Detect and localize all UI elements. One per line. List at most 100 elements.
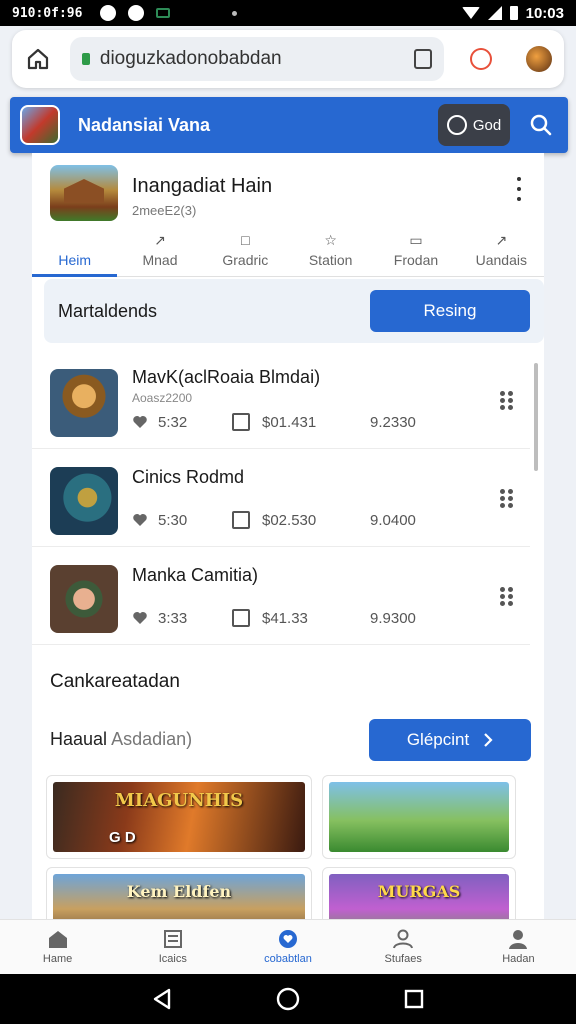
person-icon (509, 930, 528, 949)
god-button[interactable]: God (438, 104, 510, 146)
drag-handle-icon[interactable] (500, 391, 514, 410)
nav-home[interactable]: Hame (0, 920, 115, 974)
game-subtitle: 2meeE2(3) (132, 203, 197, 218)
tab-uandais-icon: ↗ (495, 232, 508, 248)
game-card-title: Kem Eldfen (126, 882, 232, 901)
tab-mnad[interactable]: ↗ Mnad (117, 227, 202, 276)
item-price: $41.33 (262, 609, 308, 627)
game-card-title: MURGAS (377, 882, 461, 901)
notification-bell-icon[interactable] (470, 48, 493, 70)
game-header: Inangadiat Hain 2meeE2(3) (50, 165, 530, 225)
item-thumbnail (50, 565, 118, 633)
heart-icon (133, 612, 147, 624)
drag-handle-icon[interactable] (500, 489, 514, 508)
heart-icon (133, 514, 147, 526)
nav-icaics[interactable]: Icaics (115, 920, 230, 974)
tab-label: Gradric (222, 252, 269, 268)
tab-label: Uandais (475, 252, 527, 268)
nav-cobabtlan[interactable]: cobabtlan (230, 920, 345, 974)
soccer-icon (128, 5, 145, 21)
more-options-icon[interactable] (512, 177, 526, 201)
sub-label-main: Haaual (50, 729, 108, 749)
nav-label: cobabtlan (264, 953, 312, 965)
home-icon (48, 931, 67, 948)
tab-label: Mnad (142, 252, 178, 268)
item-price: $02.530 (262, 511, 317, 529)
battery-icon (509, 6, 518, 20)
tab-heim[interactable]: Heim (32, 227, 118, 277)
game-card[interactable] (322, 775, 516, 859)
list-item[interactable]: MavK(aclRoaia Blmdai) Aoasz2200 5:32 $01… (32, 351, 530, 449)
item-list: MavK(aclRoaia Blmdai) Aoasz2200 5:32 $01… (32, 351, 544, 645)
nav-label: Icaics (158, 953, 187, 965)
nav-label: Hadan (502, 953, 535, 965)
tab-station[interactable]: ☆ Station (288, 227, 373, 276)
camera-icon (446, 115, 467, 135)
banner-label: Martaldends (58, 300, 158, 321)
game-title: Inangadiat Hain (132, 175, 273, 197)
game-card-art (329, 782, 509, 852)
status-bar: 910:0f:96 10:03 (0, 0, 576, 26)
home-circle-icon[interactable] (276, 987, 300, 1011)
item-thumbnail (50, 369, 118, 437)
tab-uandais[interactable]: ↗ Uandais (459, 227, 544, 276)
app-logo (20, 105, 60, 145)
signal-icon (487, 6, 502, 20)
game-card-art: Kem Eldfen (53, 874, 305, 919)
game-card[interactable]: Kem Eldfen (46, 867, 312, 919)
tab-gradric[interactable]: □ Gradric (203, 227, 288, 276)
item-subtitle: Aoasz2200 (132, 391, 193, 405)
address-bar[interactable]: dioguzkadonobabdan (69, 37, 445, 81)
game-card-art: MIAGUNHIS G D (53, 782, 305, 852)
search-icon[interactable] (524, 108, 558, 142)
nav-hadan[interactable]: Hadan (461, 920, 576, 974)
recents-icon[interactable] (404, 989, 424, 1009)
section-title: Cankareatadan (50, 671, 180, 692)
profile-avatar[interactable] (526, 46, 553, 72)
item-value: 9.0400 (370, 511, 416, 529)
list-item[interactable]: Manka Camitia) 3:33 $41.33 9.9300 (32, 547, 530, 645)
wifi-icon (461, 7, 480, 19)
item-value: 9.2330 (370, 413, 416, 431)
back-icon[interactable] (152, 988, 172, 1010)
list-item[interactable]: Cinics Rodmd 5:30 $02.530 9.0400 (32, 449, 530, 547)
status-time: 10:03 (525, 4, 564, 22)
heart-badge-icon (279, 930, 297, 948)
item-title: Cinics Rodmd (132, 467, 245, 487)
heart-icon (133, 416, 147, 428)
game-grid: MIAGUNHIS G D Kem Eldfen MURGAS (46, 775, 544, 919)
dot-icon (232, 11, 237, 16)
god-button-label: God (472, 116, 502, 134)
tab-frodan-icon: ▭ (409, 232, 423, 248)
resing-button[interactable]: Resing (370, 290, 530, 332)
promo-banner: Martaldends Resing (44, 279, 544, 343)
tab-label: Frodan (393, 252, 439, 268)
item-title: Manka Camitia) (132, 565, 259, 585)
nav-label: Stufaes (384, 953, 422, 965)
game-card[interactable]: MIAGUNHIS G D (46, 775, 312, 859)
system-navigation (0, 974, 576, 1024)
home-icon[interactable] (24, 45, 52, 73)
app-notification-icon (156, 8, 171, 18)
list-icon (163, 930, 182, 948)
tab-station-icon: ☆ (324, 232, 337, 248)
tab-label: Station (308, 252, 353, 268)
checkbox-icon (232, 413, 250, 431)
game-card[interactable]: MURGAS (322, 867, 516, 919)
game-card-art: MURGAS (329, 874, 509, 919)
item-likes: 5:32 (158, 413, 188, 431)
drag-handle-icon[interactable] (500, 587, 514, 606)
nav-label: Hame (42, 953, 73, 965)
tab-mnad-icon: ↗ (154, 232, 166, 248)
main-content: Inangadiat Hain 2meeE2(3) Heim ↗ Mnad □ … (32, 153, 544, 919)
scrollbar[interactable] (534, 363, 538, 471)
see-more-button[interactable]: Glépcint (369, 719, 531, 761)
share-icon[interactable] (414, 49, 433, 69)
item-title: MavK(aclRoaia Blmdai) (132, 367, 321, 387)
tab-frodan[interactable]: ▭ Frodan (373, 227, 458, 276)
chevron-right-icon (484, 733, 493, 747)
bottom-navigation: Hame Icaics cobabtlan Stufaes Hadan (0, 919, 576, 974)
nav-stufaes[interactable]: Stufaes (346, 920, 461, 974)
item-thumbnail (50, 467, 118, 535)
tab-bar: Heim ↗ Mnad □ Gradric ☆ Station ▭ Frodan… (32, 227, 544, 277)
